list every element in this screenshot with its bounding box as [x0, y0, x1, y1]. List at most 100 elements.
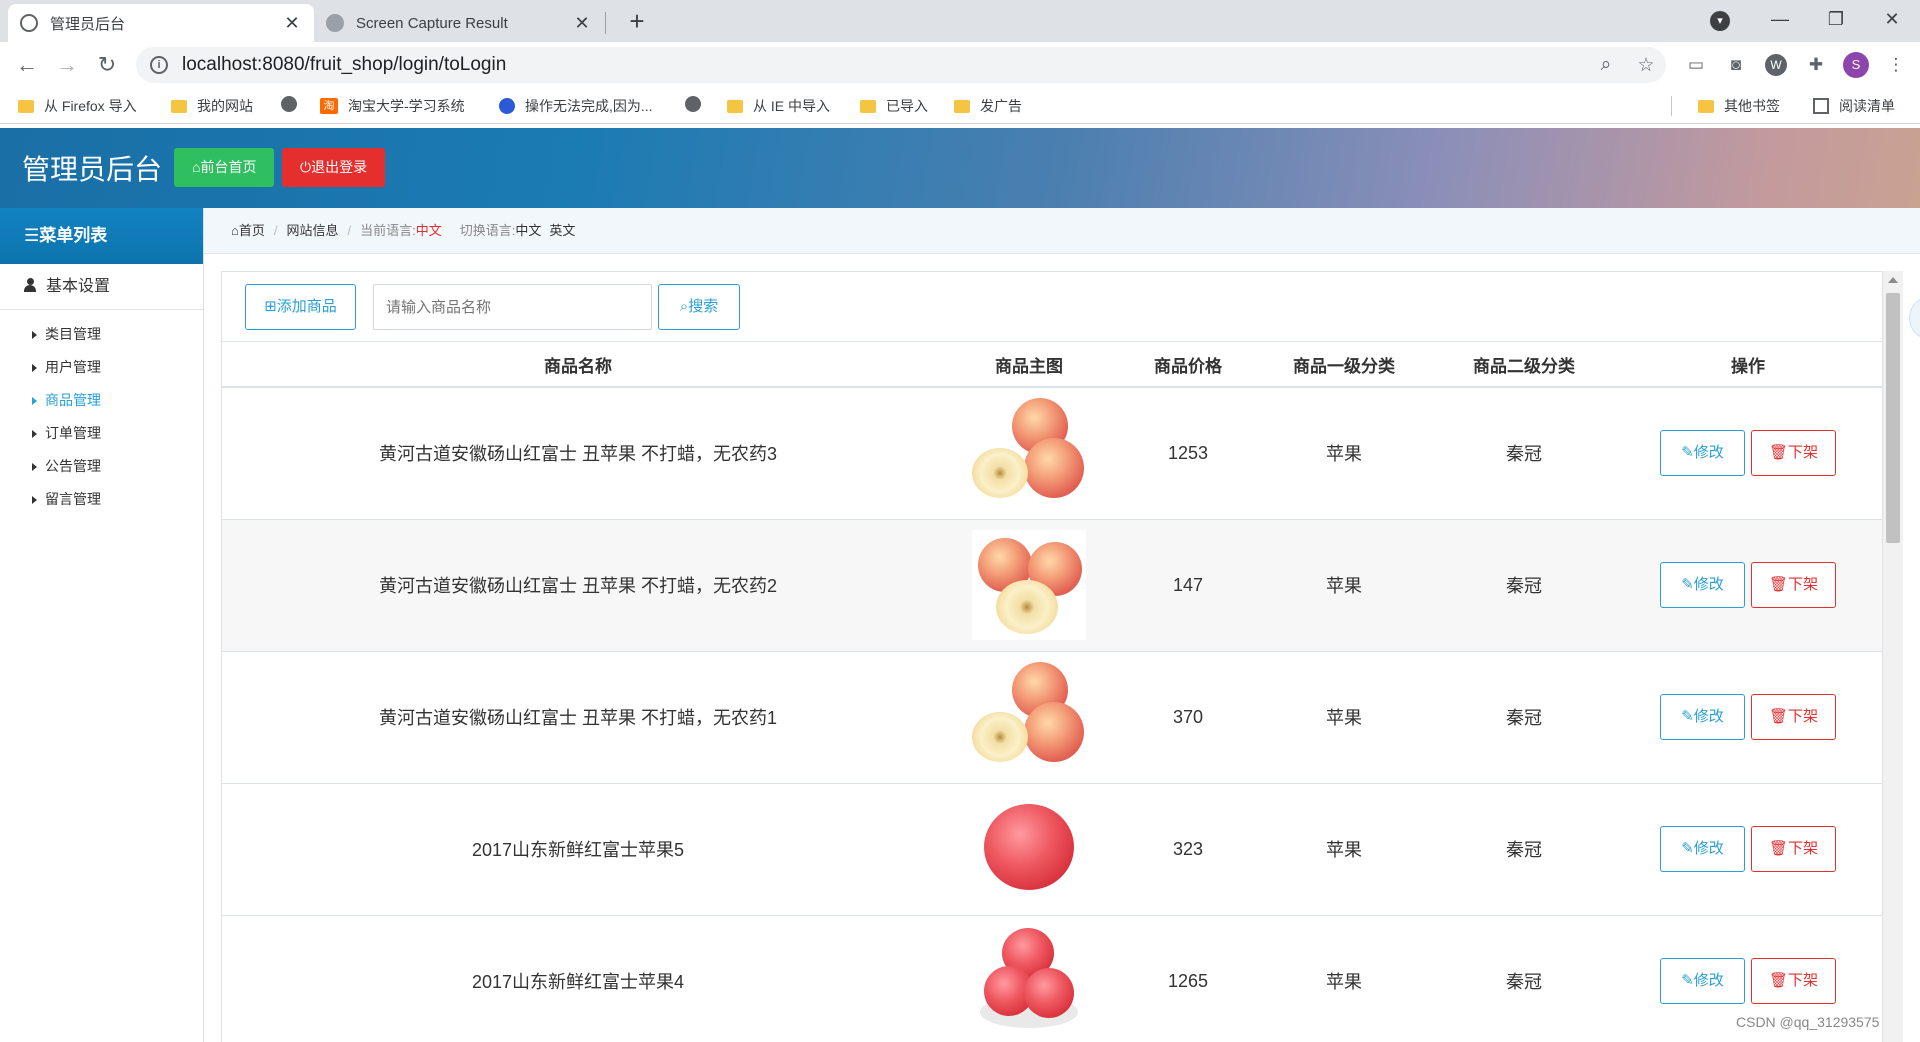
table-row: 黄河古道安徽砀山红富士 丑苹果 不打蜡，无农药3 1253 苹果 秦冠 ✎修改 🗑…: [222, 387, 1882, 520]
product-category1: 苹果: [1252, 783, 1436, 916]
address-bar[interactable]: i localhost:8080/fruit_shop/login/toLogi…: [136, 47, 1666, 83]
breadcrumb-site-info[interactable]: 网站信息: [287, 223, 339, 238]
tab-title: Screen Capture Result: [356, 14, 508, 32]
product-price: 1253: [1124, 387, 1252, 520]
page-scrollbar[interactable]: [1883, 271, 1903, 1042]
bookmark-item[interactable]: 我的网站: [171, 96, 253, 116]
logout-button[interactable]: ⏻退出登录: [282, 148, 386, 187]
lang-zh-link[interactable]: 中文: [515, 223, 541, 238]
side-float-button[interactable]: [1909, 296, 1920, 340]
bookmark-item[interactable]: [281, 96, 307, 112]
bookmark-item[interactable]: 已导入: [860, 96, 928, 116]
actions-cell: ✎修改 🗑下架: [1612, 519, 1882, 652]
page-content: 管理员后台 ⌂前台首页 ⏻退出登录 ☰菜单列表 基本设置 类目管理 用户管理 商…: [0, 128, 1920, 1042]
bookmark-item[interactable]: 发广告: [954, 96, 1022, 116]
close-icon[interactable]: ✕: [282, 13, 302, 34]
product-image: [972, 398, 1086, 508]
offshelf-button[interactable]: 🗑下架: [1751, 958, 1836, 1004]
close-window-icon[interactable]: ✕: [1864, 0, 1920, 42]
product-image-cell: [934, 519, 1124, 652]
sidebar-item-label: 用户管理: [45, 359, 101, 375]
search-button[interactable]: ⌕搜索: [658, 284, 740, 330]
tab-search-icon[interactable]: ▾: [1710, 11, 1730, 31]
camera-icon[interactable]: ◙: [1716, 50, 1756, 80]
product-category2: 秦冠: [1436, 651, 1612, 784]
close-icon[interactable]: ✕: [572, 13, 592, 34]
back-icon[interactable]: ←: [12, 50, 42, 80]
offshelf-button[interactable]: 🗑下架: [1751, 562, 1836, 608]
caret-right-icon: [32, 397, 37, 406]
product-name: 2017山东新鲜红富士苹果5: [222, 783, 934, 916]
edit-button[interactable]: ✎修改: [1660, 826, 1745, 872]
offshelf-label: 下架: [1788, 972, 1819, 989]
offshelf-button[interactable]: 🗑下架: [1751, 694, 1836, 740]
bookmark-item[interactable]: [685, 96, 711, 112]
bookmark-star-icon[interactable]: ☆: [1626, 54, 1666, 77]
reload-icon[interactable]: ↻: [92, 50, 122, 80]
camera-icon: [326, 14, 344, 32]
add-product-button[interactable]: ⊞添加商品: [245, 284, 356, 330]
product-image-cell: [934, 387, 1124, 520]
caret-right-icon: [32, 496, 37, 505]
more-menu-icon[interactable]: ⋮: [1876, 50, 1916, 80]
globe-icon: [685, 96, 701, 112]
folder-icon: [860, 99, 876, 113]
table-header-row: 商品名称 商品主图 商品价格 商品一级分类 商品二级分类 操作: [222, 342, 1882, 388]
edit-icon: ✎: [1681, 444, 1694, 462]
product-search-input[interactable]: [373, 284, 652, 330]
reader-icon[interactable]: ▭: [1676, 50, 1716, 80]
restore-icon[interactable]: ❐: [1808, 0, 1864, 42]
offshelf-label: 下架: [1788, 840, 1819, 857]
current-language-label: 当前语言:: [360, 223, 416, 238]
sidebar-item-products[interactable]: 商品管理: [0, 384, 203, 417]
sidebar-item-notices[interactable]: 公告管理: [0, 450, 203, 483]
browser-tab-screen-capture[interactable]: Screen Capture Result ✕: [314, 4, 604, 42]
w-extension-icon[interactable]: W: [1765, 54, 1787, 76]
sidebar-item-label: 类目管理: [45, 326, 101, 342]
breadcrumb-home[interactable]: 首页: [239, 223, 265, 238]
sidebar-item-users[interactable]: 用户管理: [0, 351, 203, 384]
bookmark-label: 操作无法完成,因为...: [525, 98, 653, 114]
table-row: 2017山东新鲜红富士苹果5 323 苹果 秦冠 ✎修改 🗑下架: [222, 783, 1882, 916]
offshelf-button[interactable]: 🗑下架: [1751, 430, 1836, 477]
sidebar-item-messages[interactable]: 留言管理: [0, 483, 203, 516]
scroll-up-icon[interactable]: [1888, 277, 1898, 283]
sidebar-group-basic-settings[interactable]: 基本设置: [0, 264, 203, 310]
home-button[interactable]: ⌂前台首页: [174, 148, 275, 187]
scrollbar-thumb[interactable]: [1886, 293, 1900, 543]
sidebar-item-orders[interactable]: 订单管理: [0, 417, 203, 450]
browser-tab-admin[interactable]: 管理员后台 ✕: [8, 4, 314, 42]
trash-icon: 🗑: [1768, 444, 1789, 462]
zoom-icon[interactable]: ⌕: [1586, 54, 1626, 76]
lang-en-link[interactable]: 英文: [549, 223, 575, 238]
product-name: 黄河古道安徽砀山红富士 丑苹果 不打蜡，无农药3: [222, 387, 934, 520]
bookmark-item[interactable]: 从 Firefox 导入: [18, 96, 137, 116]
menu-title: 菜单列表: [39, 226, 108, 245]
folder-icon: [727, 99, 743, 113]
puzzle-icon[interactable]: ✚: [1796, 50, 1836, 80]
bookmark-item[interactable]: 淘 淘宝大学-学习系统: [320, 96, 465, 116]
menu-header[interactable]: ☰菜单列表: [0, 208, 203, 264]
edit-button[interactable]: ✎修改: [1660, 958, 1745, 1004]
edit-button[interactable]: ✎修改: [1660, 694, 1745, 740]
plus-square-icon: ⊞: [264, 298, 277, 315]
sidebar-item-category[interactable]: 类目管理: [0, 318, 203, 351]
site-info-icon[interactable]: i: [150, 56, 168, 74]
forward-icon[interactable]: →: [52, 50, 82, 80]
product-category2: 秦冠: [1436, 387, 1612, 520]
url-text[interactable]: localhost:8080/fruit_shop/login/toLogin: [182, 54, 1586, 76]
home-button-label: 前台首页: [200, 159, 257, 175]
bookmark-item[interactable]: 操作无法完成,因为...: [499, 96, 653, 116]
profile-avatar[interactable]: S: [1843, 52, 1869, 78]
trash-icon: 🗑: [1768, 576, 1789, 593]
edit-button[interactable]: ✎修改: [1660, 430, 1745, 477]
breadcrumb: ⌂首页 / 网站信息 / 当前语言:中文 切换语言:中文 英文: [204, 208, 1920, 254]
bookmark-item[interactable]: 从 IE 中导入: [727, 96, 830, 116]
new-tab-icon[interactable]: +: [622, 6, 652, 37]
browser-tab-bar: 管理员后台 ✕ Screen Capture Result ✕ + ▾ — ❐ …: [0, 0, 1920, 42]
offshelf-button[interactable]: 🗑下架: [1751, 826, 1836, 872]
reading-list[interactable]: 阅读清单: [1813, 96, 1895, 116]
minimize-icon[interactable]: —: [1752, 0, 1808, 42]
other-bookmarks[interactable]: 其他书签: [1698, 96, 1780, 116]
edit-button[interactable]: ✎修改: [1660, 562, 1745, 608]
